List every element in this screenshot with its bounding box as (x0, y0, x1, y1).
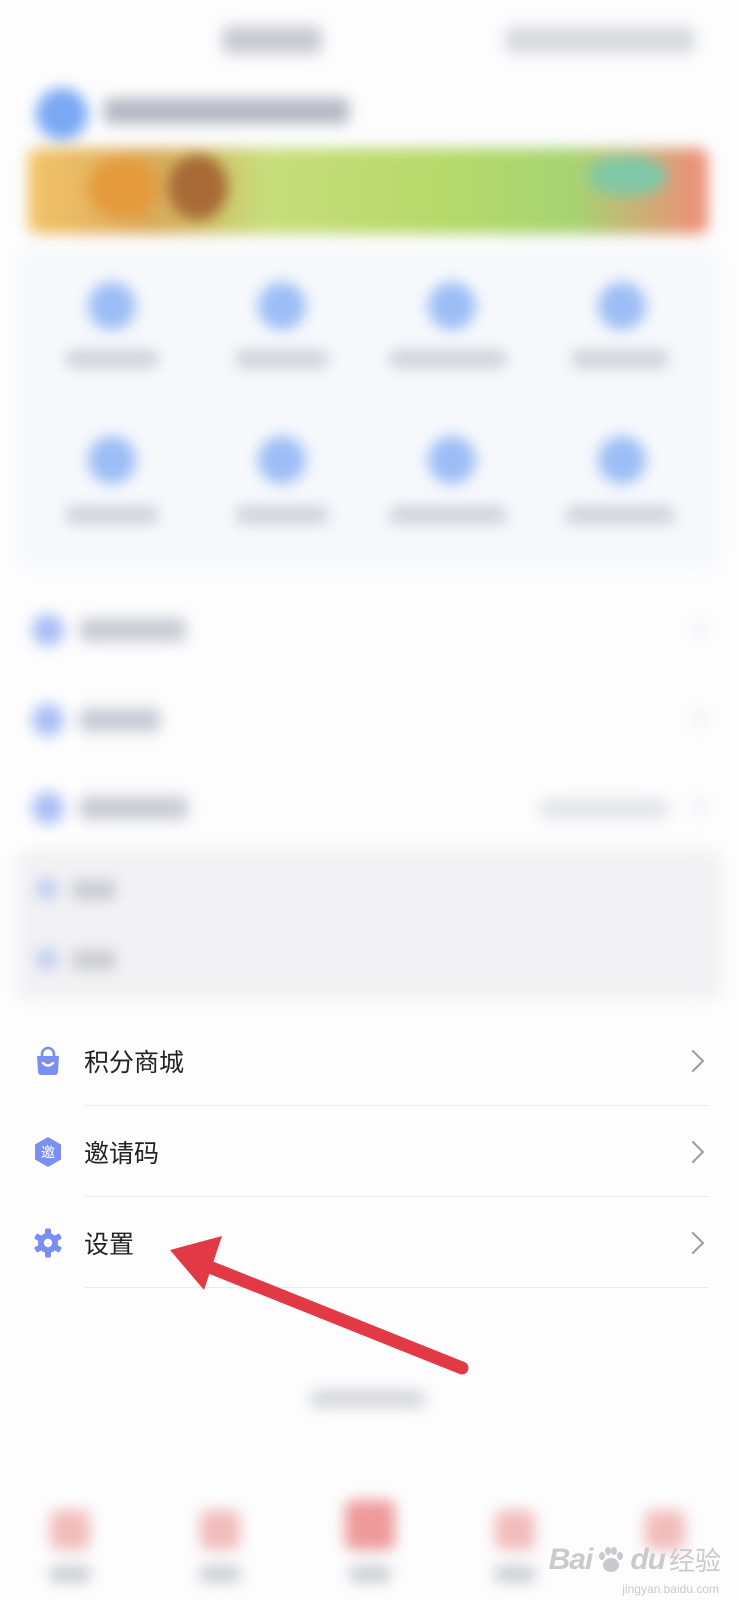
invite-code-icon: 邀 (30, 1134, 66, 1170)
watermark-jingyan: 经验 (668, 1547, 721, 1577)
tab-bar-icon[interactable] (495, 1510, 535, 1550)
footer-text-placeholder (310, 1390, 425, 1408)
tab-bar-icon[interactable] (200, 1510, 240, 1550)
settings-menu-list: 积分商城 邀 邀请码 设置 (0, 1015, 739, 1288)
tab-bar-icon[interactable] (345, 1500, 395, 1550)
gear-icon (30, 1225, 66, 1261)
menu-item-invite-code[interactable]: 邀 邀请码 (0, 1106, 739, 1197)
menu-item-label: 设置 (84, 1229, 135, 1259)
function-grid (18, 250, 720, 570)
menu-item-label: 邀请码 (84, 1138, 160, 1168)
promo-banner (28, 148, 708, 234)
menu-item-points-mall[interactable]: 积分商城 (0, 1015, 739, 1106)
watermark-brand-suffix: du (630, 1542, 666, 1576)
header-tab-placeholder (222, 26, 322, 54)
divider (84, 1287, 709, 1288)
header-action-placeholder (505, 26, 695, 54)
menu-item-settings[interactable]: 设置 (0, 1197, 739, 1288)
watermark-url: jingyan.baidu.com (622, 1582, 719, 1596)
baidu-jingyan-watermark: Bai du 经验 jingyan.baidu.com (548, 1541, 721, 1597)
tab-bar-icon[interactable] (50, 1510, 90, 1550)
shopping-bag-icon (30, 1043, 66, 1079)
paw-logo-icon (599, 1546, 624, 1572)
blurred-profile-section (0, 0, 739, 1010)
chevron-right-icon (681, 1231, 705, 1254)
profile-name-placeholder (104, 98, 349, 124)
chevron-right-icon (681, 1140, 705, 1163)
menu-item-label: 积分商城 (84, 1047, 185, 1077)
avatar (36, 88, 88, 140)
chevron-right-icon (681, 1049, 705, 1072)
watermark-brand: Bai (548, 1542, 594, 1576)
invite-badge-char: 邀 (41, 1145, 55, 1161)
